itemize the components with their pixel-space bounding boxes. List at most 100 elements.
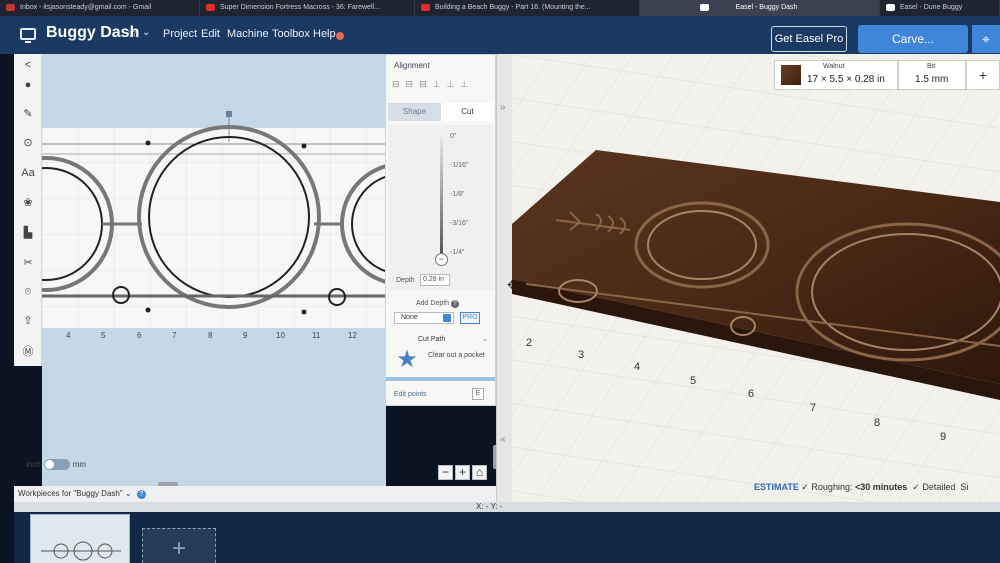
unit-toggle[interactable] (43, 459, 70, 470)
camera-icon[interactable]: ⌾ (18, 283, 38, 301)
add-workpiece-button[interactable]: + (142, 528, 216, 563)
tab-gmail[interactable]: Inbox - itsjasonsteady@gmail.com - Gmail (0, 0, 200, 16)
unit-inch-label: inch (26, 460, 41, 469)
roughing-value: <30 minutes (854, 482, 908, 492)
add-depth-value: None (401, 314, 418, 321)
chevron-down-icon[interactable]: ⌄ (125, 489, 132, 498)
workpieces-title: Workpieces for "Buggy Dash" (18, 489, 123, 498)
help-icon[interactable]: ? (136, 490, 146, 499)
pen-icon[interactable]: ✎ (18, 105, 38, 123)
design-drawing[interactable]: 4 5 6 7 8 9 10 11 12 (42, 54, 386, 486)
tab-youtube-buggy[interactable]: Building a Beach Buggy - Part 16. (Mount… (415, 0, 640, 16)
shapes-icon[interactable]: ● (18, 76, 38, 94)
easel-icon (886, 4, 895, 11)
pocket-star-icon[interactable]: ★ (394, 347, 420, 373)
collapse-icon[interactable]: < (18, 56, 38, 74)
tab-cut[interactable]: Cut (441, 103, 494, 121)
selection-point[interactable] (301, 143, 307, 149)
roughing-label: Roughing: (811, 482, 853, 492)
detailed-label[interactable]: Detailed (922, 482, 955, 492)
collapse-left-icon[interactable]: « (500, 434, 506, 445)
axis-label: 6 (748, 388, 754, 400)
edit-points-link[interactable]: Edit points (394, 391, 427, 398)
chevron-down-icon[interactable]: ⌄ (482, 333, 488, 347)
help-icon[interactable]: ? (451, 300, 460, 308)
machine-icon[interactable]: ⌖ (972, 25, 1000, 53)
tab-shape[interactable]: Shape (388, 103, 441, 121)
depth-label: Depth (396, 277, 415, 284)
tab-easel-buggy-dash[interactable]: Easel - Buggy Dash (640, 0, 880, 16)
zoom-in-button[interactable]: + (455, 465, 470, 480)
scissors-icon[interactable]: ✂ (18, 254, 38, 272)
walnut-swatch (781, 65, 801, 85)
target-icon[interactable]: ⊙ (18, 134, 38, 152)
3d-preview-drawing[interactable]: 2 3 4 5 6 7 8 9 (512, 54, 1000, 502)
design-canvas[interactable]: 4 5 6 7 8 9 10 11 12 (42, 54, 386, 486)
youtube-icon (421, 4, 430, 11)
ruler-label: 9 (243, 331, 248, 340)
estimate-link[interactable]: ESTIMATE (754, 482, 799, 492)
depth-tick: -1/4" (450, 249, 465, 256)
get-easel-pro-button[interactable]: Get Easel Pro (771, 26, 847, 52)
carve-button[interactable]: Carve... (858, 25, 968, 53)
tab-youtube-macross[interactable]: Super Dimension Fortress Macross - 36: F… (200, 0, 415, 16)
menu-help[interactable]: Help (313, 28, 336, 40)
menu-machine[interactable]: Machine (227, 28, 269, 40)
depth-tick: 0" (450, 133, 457, 140)
estimate-bar: ESTIMATE ✓ Roughing: <30 minutes ✓ Detai… (754, 482, 1000, 496)
text-icon[interactable]: Aa (18, 164, 38, 182)
3d-preview[interactable]: 2 3 4 5 6 7 8 9 Walnut 17 × 5.5 × 0.28 i… (512, 54, 1000, 502)
selection-point[interactable] (145, 307, 151, 313)
home-icon[interactable]: ⌂ (472, 465, 487, 480)
select-arrow-icon (443, 314, 451, 322)
workpieces-tray: + (14, 512, 1000, 563)
tool-strip: < ● ✎ ⊙ Aa ❀ ▙ ✂ ⌾ ⇧ Ⓜ (14, 54, 42, 366)
ruler-label: 12 (348, 331, 357, 340)
workpieces-header: Workpieces for "Buggy Dash" ⌄ ? (14, 486, 496, 502)
zoom-out-button[interactable]: − (438, 465, 453, 480)
cut-settings-panel: Alignment ⊟⊟⊟⊥⊥⊥ Shape Cut − 0" -1/16" -… (385, 54, 496, 406)
axis-label: 7 (810, 402, 816, 414)
star-icon[interactable]: ☆ (127, 26, 138, 40)
rotate-handle[interactable] (226, 111, 232, 117)
collapse-right-icon[interactable]: » (500, 102, 506, 113)
zoom-controls: − + ⌂ (438, 465, 487, 480)
depth-slider-track[interactable] (440, 135, 443, 255)
add-depth-select[interactable]: None (394, 312, 454, 324)
menu-edit[interactable]: Edit (201, 28, 220, 40)
depth-tick: -1/8" (450, 191, 465, 198)
alignment-heading: Alignment (394, 61, 430, 70)
cut-description: Clear out a pocket (428, 352, 485, 359)
notification-dot (336, 32, 344, 40)
workpiece-thumbnail[interactable] (30, 514, 130, 563)
add-bit-button[interactable]: + (966, 60, 1000, 90)
tab-easel-dune-buggy[interactable]: Easel - Dune Buggy (880, 0, 1000, 16)
palette-icon[interactable]: ❀ (18, 194, 38, 212)
ruler-label: 6 (137, 331, 142, 340)
ruler-label: 11 (312, 331, 321, 340)
tab-label: Easel - Dune Buggy (900, 4, 963, 11)
ruler-icon[interactable]: ▙ (18, 224, 38, 242)
m-logo-icon[interactable]: Ⓜ (18, 343, 38, 361)
chevron-down-icon[interactable]: ⌄ (142, 27, 150, 38)
thumbnail-preview (41, 541, 121, 561)
axis-label: 4 (634, 361, 640, 373)
material-selector[interactable]: Walnut 17 × 5.5 × 0.28 in (774, 60, 898, 90)
menu-project[interactable]: Project (163, 28, 197, 40)
axis-label: 5 (690, 375, 696, 387)
depth-input[interactable]: 0.28 in (420, 274, 450, 286)
cursor-coordinates: X: - Y: - (476, 502, 503, 511)
menu-toolbox[interactable]: Toolbox (272, 28, 310, 40)
unit-mm-label: mm (72, 460, 87, 469)
bit-selector[interactable]: Bit 1.5 mm (898, 60, 966, 90)
pro-badge: PRO (460, 312, 480, 324)
depth-slider-handle[interactable]: − (435, 253, 448, 266)
align-icons[interactable]: ⊟⊟⊟⊥⊥⊥ (392, 79, 474, 90)
gmail-icon (6, 4, 15, 11)
panel-divider (386, 377, 495, 381)
cut-path-header[interactable]: Cut Path ⌄ (388, 333, 494, 347)
selection-point[interactable] (301, 309, 307, 315)
selection-point[interactable] (145, 140, 151, 146)
upload-icon[interactable]: ⇧ (18, 312, 38, 330)
project-title[interactable]: Buggy Dash (46, 24, 139, 42)
